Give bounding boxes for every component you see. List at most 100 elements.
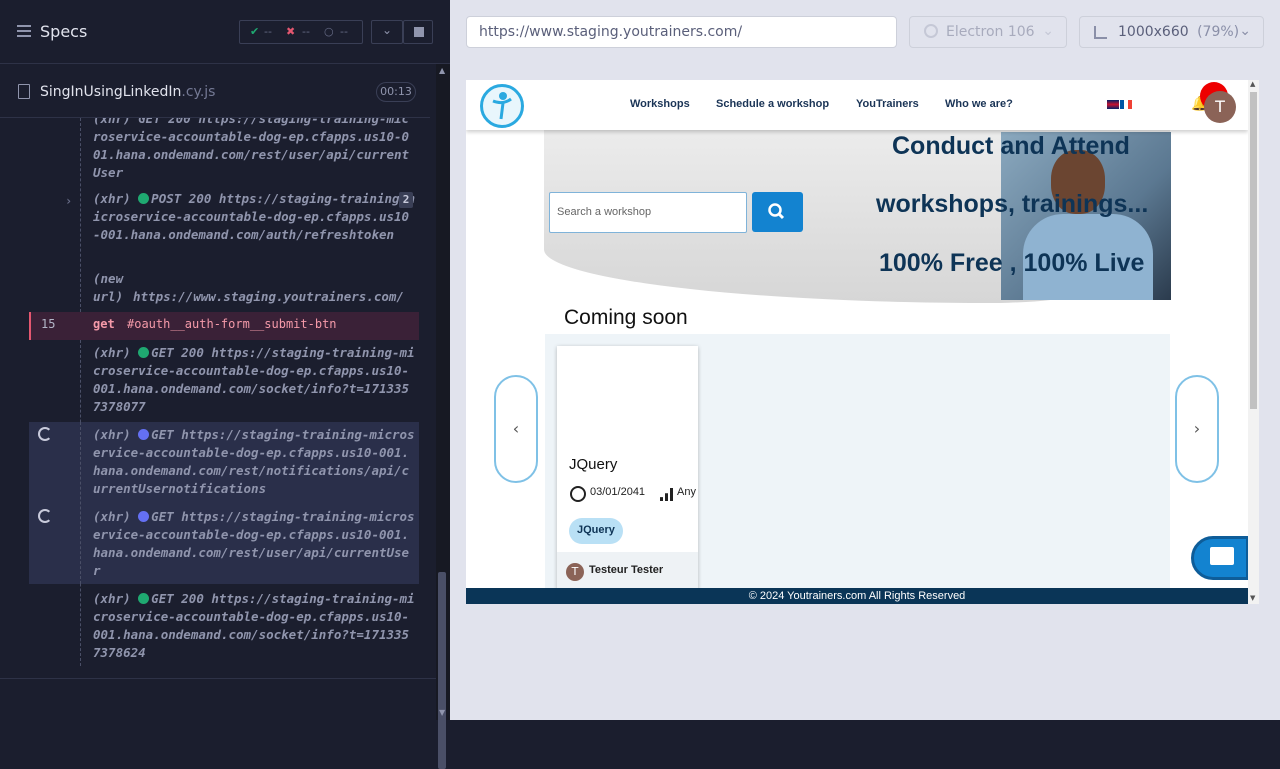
log-entry-text: (xhr) GET 200 https://staging-training-m… [93, 344, 415, 416]
stop-button[interactable] [403, 20, 433, 44]
workshop-card[interactable]: JQuery 03/01/2041 Any JQuery T Testeur T… [557, 346, 698, 590]
file-icon [18, 84, 30, 99]
chevron-left-icon: ‹ [512, 419, 520, 438]
site-navbar: Workshops Schedule a workshop YouTrainer… [466, 80, 1248, 130]
new-url-label: (new url) [93, 270, 133, 306]
carousel-prev-button[interactable]: ‹ [494, 375, 538, 483]
new-url-label-1: (new [93, 271, 124, 286]
status-dot [138, 347, 150, 358]
author-avatar: T [566, 563, 584, 581]
aut-panel: https://www.staging.youtrainers.com/ Ele… [450, 0, 1280, 720]
uk-flag-icon[interactable] [1107, 100, 1119, 109]
log-scrollbar[interactable]: ▲ ▼ [436, 64, 450, 769]
spinner-icon [38, 509, 52, 523]
url-bar[interactable]: https://www.staging.youtrainers.com/ [466, 16, 897, 48]
log-prefix: (xhr) [93, 591, 131, 606]
file-name-text: SingInUsingLinkedIn [40, 84, 182, 100]
failed-command[interactable]: 15 get #oauth__auth-form__submit-btn [29, 312, 419, 340]
app-frame: Conduct and Attend workshops, trainings.… [466, 80, 1259, 604]
mail-icon [1210, 547, 1234, 565]
status-dot [138, 429, 150, 440]
fr-flag-icon[interactable] [1120, 100, 1132, 109]
pending-count: -- [340, 25, 348, 38]
viewport-size: 1000x660 [1118, 24, 1189, 40]
new-url-value: https://www.staging.youtrainers.com/ [133, 289, 404, 304]
reporter-panel: Specs ✔ -- ✖ -- ○ -- ⌄ SingInUsingLinked… [0, 0, 450, 769]
collapse-button[interactable]: ⌄ [371, 20, 403, 44]
command-arg: #oauth__auth-form__submit-btn [127, 317, 337, 331]
nav-schedule-workshop[interactable]: Schedule a workshop [716, 98, 829, 110]
contact-button[interactable] [1191, 536, 1249, 580]
check-icon: ✔ [250, 25, 260, 38]
log-entry-text: (xhr) POST 200 https://staging-training-… [93, 190, 415, 244]
command-name: get [93, 317, 115, 331]
log-entry-text[interactable]: (xhr) GET https://staging-training-micro… [93, 426, 415, 498]
card-footer: T Testeur Tester [557, 552, 698, 590]
log-entry-text[interactable]: (xhr) GET https://staging-training-micro… [93, 508, 415, 580]
hero-line-1: Conduct and Attend [892, 132, 1130, 160]
carousel-next-button[interactable]: › [1175, 375, 1219, 483]
card-author: Testeur Tester [589, 564, 664, 576]
pending-icon: ○ [324, 25, 334, 38]
site-logo[interactable] [480, 84, 524, 128]
chevron-down-icon: ⌄ [1042, 23, 1054, 39]
logo-figure-icon [492, 92, 512, 120]
site-footer: © 2024 Youtrainers.com All Rights Reserv… [466, 588, 1248, 604]
clock-icon [570, 486, 586, 502]
menu-icon[interactable] [17, 25, 31, 37]
avatar[interactable]: T [1204, 91, 1236, 123]
log-prefix: (xhr) [93, 427, 131, 442]
search-button[interactable] [752, 192, 803, 232]
test-stats: ✔ -- ✖ -- ○ -- [239, 20, 363, 44]
level-icon [660, 488, 674, 501]
log-entry-new-url[interactable]: (new url) https://www.staging.youtrainers… [29, 270, 419, 308]
hero-line-2: workshops, trainings... [876, 190, 1149, 218]
scrollbar-thumb[interactable] [438, 572, 446, 769]
count-badge: 2 [399, 192, 413, 208]
log-entry[interactable]: (xhr) GET 200 https://staging-training-m… [29, 590, 419, 666]
scroll-up-icon[interactable]: ▲ [439, 66, 445, 75]
duration-badge: 00:13 [376, 82, 416, 102]
workshop-search-input[interactable]: Search a workshop [549, 192, 747, 233]
command-number: 15 [41, 317, 56, 331]
viewport-zoom: (79%) [1197, 24, 1240, 40]
log-prefix: (xhr) [93, 191, 131, 206]
scroll-down-icon[interactable]: ▼ [439, 708, 445, 717]
specs-header: Specs ✔ -- ✖ -- ○ -- ⌄ [0, 0, 450, 64]
browser-selector[interactable]: Electron 106 ⌄ [909, 16, 1067, 48]
viewport-icon [1094, 26, 1107, 39]
nav-youtrainers[interactable]: YouTrainers [856, 98, 919, 110]
log-divider [80, 422, 81, 584]
card-title: JQuery [569, 456, 618, 473]
app-scrollbar[interactable]: ▲ ▼ [1248, 80, 1259, 604]
spec-file-row[interactable]: SingInUsingLinkedIn.cy.js 00:13 [0, 66, 430, 118]
card-tag[interactable]: JQuery [569, 518, 623, 544]
chevron-down-icon: ⌄ [1239, 23, 1251, 39]
specs-title[interactable]: Specs [40, 22, 87, 41]
nav-workshops[interactable]: Workshops [630, 98, 690, 110]
stop-icon [414, 27, 424, 37]
log-entry[interactable]: › (xhr) POST 200 https://staging-trainin… [29, 190, 419, 262]
viewport-selector[interactable]: 1000x660 (79%) ⌄ [1079, 16, 1264, 48]
log-prefix: (xhr) [93, 509, 131, 524]
electron-icon [924, 24, 938, 38]
scroll-down-icon[interactable]: ▼ [1250, 594, 1255, 602]
log-entry[interactable]: (xhr) GET 200 https://staging-training-m… [29, 118, 419, 180]
command-log: (xhr) GET 200 https://staging-training-m… [29, 118, 419, 666]
nav-who-we-are[interactable]: Who we are? [945, 98, 1013, 110]
search-icon [768, 203, 785, 220]
hero-line-3: 100% Free , 100% Live [879, 249, 1145, 277]
scrollbar-thumb[interactable] [1250, 92, 1257, 409]
status-dot [138, 593, 150, 604]
chevron-down-icon: ⌄ [382, 23, 393, 37]
chevron-right-icon[interactable]: › [65, 192, 72, 210]
log-entry-text: (xhr) GET 200 https://staging-training-m… [93, 590, 415, 662]
browser-name: Electron 106 [946, 24, 1035, 40]
log-entry[interactable]: (xhr) GET 200 https://staging-training-m… [29, 344, 419, 420]
status-dot [138, 511, 150, 522]
card-level: Any [677, 486, 696, 498]
scroll-up-icon[interactable]: ▲ [1250, 80, 1255, 88]
pending-entries: (xhr) GET https://staging-training-micro… [29, 422, 419, 584]
cross-icon: ✖ [286, 25, 296, 38]
failed-count: -- [302, 25, 310, 38]
